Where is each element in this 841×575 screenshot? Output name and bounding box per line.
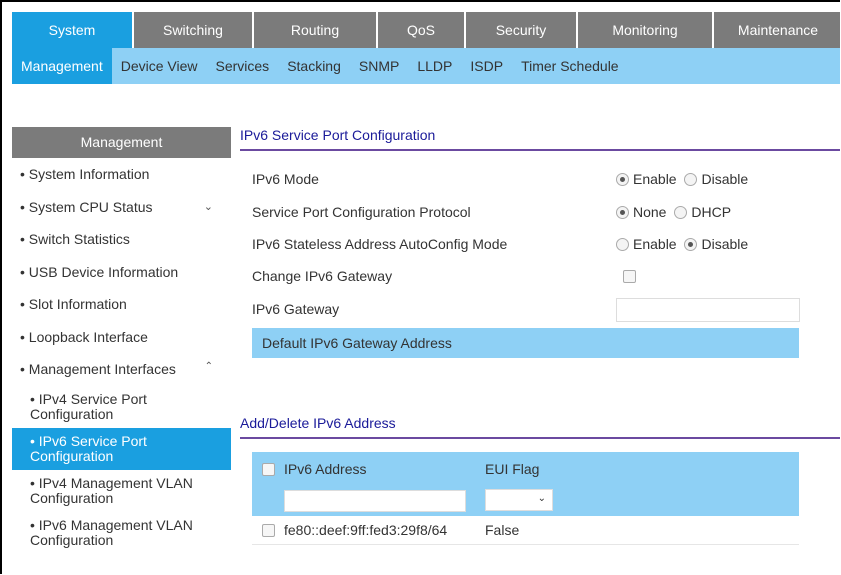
sidebar-item-label: Slot Information [28, 296, 127, 312]
chevron-down-icon[interactable]: ⌄ [204, 191, 213, 224]
sidebar-item-label: Management Interfaces [28, 361, 176, 377]
ipv6-mode-disable-radio[interactable] [684, 173, 698, 186]
sidebar-item-label: System CPU Status [28, 198, 153, 215]
protocol-radio-group: None DHCP [616, 204, 731, 220]
sidebar-item-management-interfaces[interactable]: • Management Interfaces ⌃ [12, 353, 231, 386]
tab-security[interactable]: Security [466, 12, 578, 48]
subtab-device-view[interactable]: Device View [112, 48, 207, 84]
subtab-services[interactable]: Services [207, 48, 279, 84]
change-gateway-label: Change IPv6 Gateway [252, 268, 393, 284]
column-header: IPv6 Address [284, 461, 367, 477]
address-section-title: Add/Delete IPv6 Address [240, 415, 396, 431]
gateway-label: IPv6 Gateway [252, 301, 340, 317]
table-input-row: ⌄ [252, 486, 799, 516]
subtab-management[interactable]: Management [12, 48, 112, 84]
sidebar-subitem-ipv6-management-vlan[interactable]: • IPv6 Management VLAN Configuration [12, 512, 195, 554]
table-header: IPv6 Address EUI Flag [252, 452, 799, 486]
table-row: fe80::deef:9ff:fed3:29f8/64 False [252, 516, 799, 544]
sub-nav: Management Device View Services Stacking… [12, 48, 840, 84]
select-all-checkbox[interactable] [261, 462, 275, 476]
change-gateway-checkbox[interactable] [623, 270, 636, 283]
row-checkbox[interactable] [261, 523, 275, 537]
sidebar-item-label: USB Device Information [28, 263, 179, 280]
tab-system[interactable]: System [12, 12, 134, 48]
tab-monitoring[interactable]: Monitoring [578, 12, 714, 48]
sidebar-subitem-ipv4-management-vlan[interactable]: • IPv4 Management VLAN Configuration [12, 470, 195, 512]
ipv6-mode-radio-group: Enable Disable [616, 171, 748, 187]
ipv6-address-cell: fe80::deef:9ff:fed3:29f8/64 [284, 522, 448, 538]
sidebar-item-switch-statistics[interactable]: • Switch Statistics [12, 223, 231, 256]
tab-qos[interactable]: QoS [378, 12, 466, 48]
sidebar-subitem-ipv6-service-port[interactable]: • IPv6 Service Port Configuration [12, 427, 231, 470]
autoconfig-enable-radio[interactable] [616, 238, 629, 251]
ipv6-mode-label: IPv6 Mode [252, 171, 319, 187]
ipv6-mode-enable-radio[interactable] [616, 173, 629, 186]
sidebar: Management • System Information • System… [12, 127, 231, 554]
new-eui-flag-select[interactable]: ⌄ [485, 488, 553, 511]
new-ipv6-address-input[interactable] [284, 490, 466, 512]
autoconfig-label: IPv6 Stateless Address AutoConfig Mode [252, 236, 508, 252]
autoconfig-radio-group: Enable Disable [616, 236, 748, 252]
radio-label: DHCP [691, 204, 732, 220]
radio-label: Disable [701, 171, 749, 187]
column-header: EUI Flag [485, 461, 540, 477]
sidebar-item-system-information[interactable]: • System Information [12, 158, 231, 191]
protocol-dhcp-radio[interactable] [674, 206, 688, 219]
row-divider [252, 544, 799, 545]
sidebar-item-label: IPv4 Management VLAN Configuration [30, 474, 193, 506]
chevron-down-icon: ⌄ [537, 492, 546, 504]
sidebar-item-usb-device-information[interactable]: • USB Device Information [12, 256, 231, 289]
protocol-none-radio[interactable] [616, 206, 629, 219]
config-section-title: IPv6 Service Port Configuration [240, 127, 436, 143]
sidebar-item-system-cpu-status[interactable]: • System CPU Status ⌄ [12, 191, 231, 224]
sidebar-item-loopback-interface[interactable]: • Loopback Interface [12, 321, 231, 354]
tab-routing[interactable]: Routing [254, 12, 378, 48]
config-title-underline [240, 149, 840, 151]
default-gateway-banner: Default IPv6 Gateway Address [252, 328, 799, 358]
sidebar-item-label: IPv6 Service Port Configuration [30, 432, 147, 464]
sidebar-title: Management [12, 127, 231, 158]
top-nav: System Switching Routing QoS Security Mo… [12, 12, 840, 48]
sidebar-item-label: Loopback Interface [28, 328, 148, 345]
radio-label: None [633, 204, 667, 220]
sidebar-item-label: Switch Statistics [28, 231, 130, 247]
address-title-underline [240, 437, 840, 439]
sidebar-item-label: IPv4 Service Port Configuration [30, 390, 147, 422]
subtab-lldp[interactable]: LLDP [408, 48, 461, 84]
chevron-up-icon[interactable]: ⌃ [205, 351, 213, 384]
radio-label: Enable [633, 236, 677, 252]
radio-label: Disable [701, 236, 749, 252]
address-table: IPv6 Address EUI Flag ⌄ fe80::deef:9ff:f… [252, 452, 799, 545]
protocol-label: Service Port Configuration Protocol [252, 204, 471, 220]
radio-label: Enable [633, 171, 677, 187]
sidebar-item-label: IPv6 Management VLAN Configuration [30, 516, 193, 548]
subtab-snmp[interactable]: SNMP [350, 48, 408, 84]
autoconfig-disable-radio[interactable] [684, 238, 698, 251]
app-frame: System Switching Routing QoS Security Mo… [0, 0, 840, 574]
tab-switching[interactable]: Switching [134, 12, 254, 48]
sidebar-item-slot-information[interactable]: • Slot Information [12, 288, 231, 321]
subtab-timer-schedule[interactable]: Timer Schedule [512, 48, 628, 84]
tab-maintenance[interactable]: Maintenance [714, 12, 840, 48]
sidebar-subitem-ipv4-service-port[interactable]: • IPv4 Service Port Configuration [12, 386, 195, 428]
sidebar-item-label: System Information [28, 166, 150, 182]
gateway-input[interactable] [616, 298, 800, 322]
subtab-isdp[interactable]: ISDP [461, 48, 512, 84]
subtab-stacking[interactable]: Stacking [278, 48, 350, 84]
eui-flag-cell: False [485, 522, 520, 538]
